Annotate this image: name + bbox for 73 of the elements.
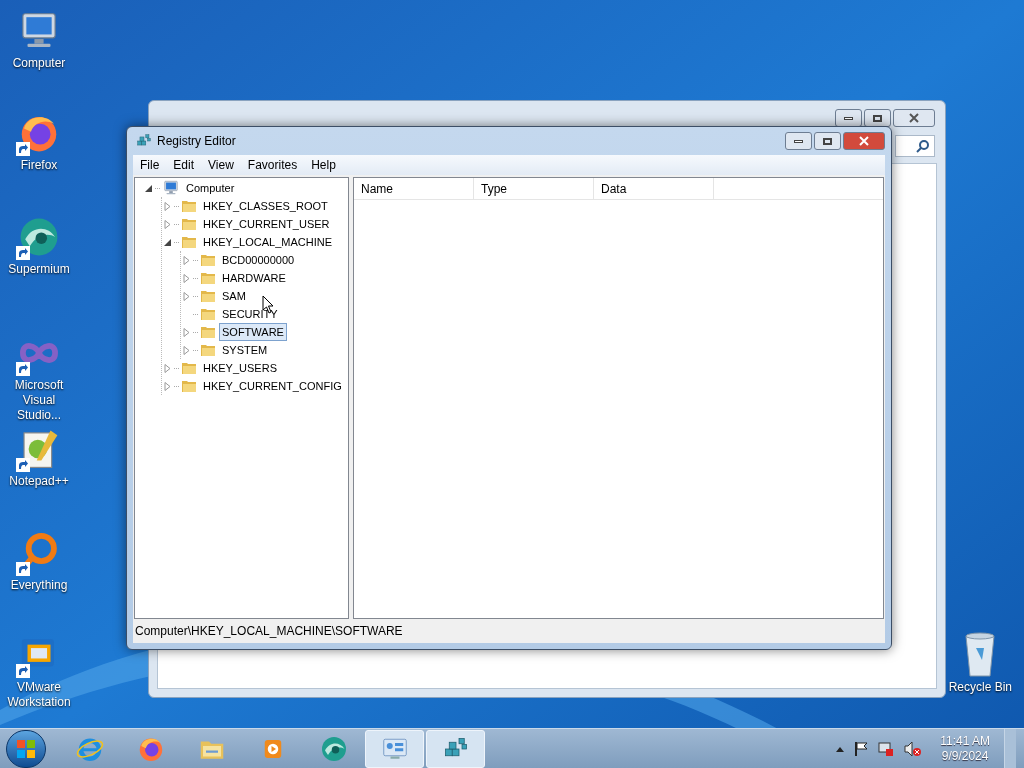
network-error-icon[interactable] [878, 740, 895, 757]
tree-item[interactable]: SECURITY [219, 305, 281, 323]
column-header[interactable]: Name [354, 178, 474, 199]
desktop-icon-label[interactable]: Recycle Bin [948, 678, 1012, 696]
folder-icon [200, 252, 216, 268]
expand-arrow[interactable] [162, 219, 172, 229]
taskbar-button[interactable] [426, 729, 485, 768]
expand-arrow[interactable] [181, 291, 191, 301]
close-button[interactable] [843, 132, 885, 150]
status-text: Computer\HKEY_LOCAL_MACHINE\SOFTWARE [135, 623, 403, 640]
menu-item[interactable]: Help [304, 156, 343, 174]
taskbar-button[interactable] [365, 729, 424, 768]
close-icon [859, 136, 869, 146]
folder-icon [181, 360, 197, 376]
maximize-button[interactable] [864, 109, 891, 127]
speaker-muted-icon[interactable] [904, 740, 923, 757]
tree-item[interactable]: HARDWARE [219, 269, 289, 287]
menu-item[interactable]: View [201, 156, 241, 174]
folder-icon [181, 198, 197, 214]
computer-icon [162, 179, 180, 197]
tree-item[interactable]: HKEY_USERS [200, 359, 280, 377]
expand-arrow[interactable] [162, 381, 172, 391]
windows-logo [16, 738, 36, 759]
desktop-icon-label[interactable]: VMware Workstation [0, 680, 78, 710]
desktop-icon-label[interactable]: Firefox [0, 158, 78, 173]
folder-icon [181, 216, 197, 232]
tree-item[interactable]: HKEY_CURRENT_USER [200, 215, 333, 233]
desktop-icon-label[interactable]: Computer [0, 56, 78, 71]
minimize-button[interactable] [835, 109, 862, 127]
clock-date: 9/9/2024 [941, 748, 989, 764]
flag-icon[interactable] [854, 740, 869, 757]
menu-item[interactable]: File [133, 156, 167, 174]
folder-icon [181, 234, 197, 250]
expand-arrow[interactable] [181, 327, 191, 337]
column-header[interactable]: Data [594, 178, 714, 199]
desktop-icon-label[interactable]: Notepad++ [0, 474, 78, 489]
start-button[interactable] [6, 729, 46, 768]
tree-item[interactable]: HKEY_CLASSES_ROOT [200, 197, 331, 215]
column-header[interactable]: Type [474, 178, 594, 199]
desktop-icon-label[interactable]: Microsoft Visual Studio... [0, 378, 78, 423]
tree-item[interactable]: SYSTEM [219, 341, 271, 359]
minimize-button[interactable] [785, 132, 812, 150]
desktop-icon-label[interactable]: Supermium [0, 262, 78, 277]
folder-icon [200, 342, 216, 358]
desktop-icon-label[interactable]: Everything [0, 578, 78, 593]
tree-item[interactable]: HKEY_CURRENT_CONFIG [200, 377, 345, 395]
clock-time: 11:41 AM [940, 733, 990, 749]
tree-item[interactable]: HKEY_LOCAL_MACHINE [200, 233, 335, 251]
close-icon [909, 113, 919, 123]
show-hidden-icons[interactable] [836, 745, 845, 752]
tree-item[interactable]: SOFTWARE [219, 323, 287, 341]
window-title: Registry Editor [157, 133, 237, 150]
tree-item[interactable]: BCD00000000 [219, 251, 298, 269]
tree-item[interactable]: SAM [219, 287, 249, 305]
menu-item[interactable]: Edit [166, 156, 202, 174]
search-field[interactable] [895, 135, 935, 157]
expand-arrow[interactable] [181, 345, 191, 355]
expand-arrow[interactable] [181, 255, 191, 265]
folder-icon [200, 306, 216, 322]
expand-arrow[interactable] [162, 201, 172, 211]
maximize-button[interactable] [814, 132, 841, 150]
collapse-arrow[interactable] [143, 183, 153, 193]
close-button[interactable] [893, 109, 935, 127]
folder-icon [200, 270, 216, 286]
folder-icon [200, 288, 216, 304]
folder-icon [181, 378, 197, 394]
menu-item[interactable]: Favorites [240, 156, 305, 174]
collapse-arrow[interactable] [162, 237, 172, 247]
expand-arrow[interactable] [162, 363, 172, 373]
tree-item[interactable]: Computer [183, 179, 238, 197]
folder-icon [200, 324, 216, 340]
search-icon [916, 139, 930, 153]
expand-arrow[interactable] [181, 273, 191, 283]
